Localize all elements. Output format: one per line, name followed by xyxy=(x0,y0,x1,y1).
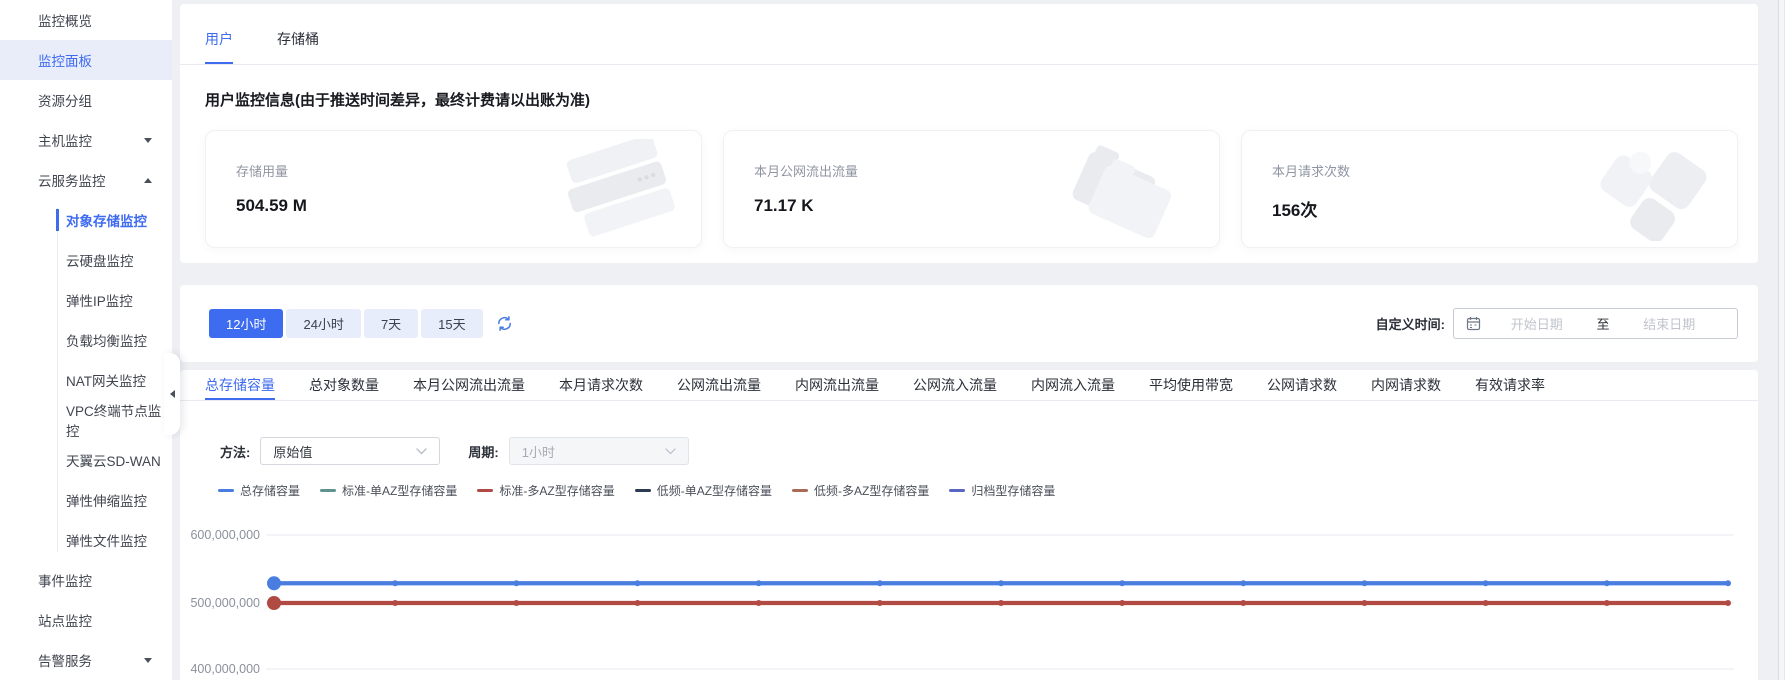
billing-notice: 用户监控信息(由于推送时间差异，最终计费请以出账为准) xyxy=(205,92,590,109)
blocks-illustration xyxy=(1600,151,1707,241)
svg-text:400,000,000: 400,000,000 xyxy=(190,662,260,676)
collapse-left-icon xyxy=(169,390,175,398)
legend-dash xyxy=(634,489,651,492)
metric-tab-monthly-requests[interactable]: 本月请求次数 xyxy=(559,370,643,400)
metric-cards: 存储用量 504.59 M 本月公网流出流量 71.17 K 本月请求次数 15… xyxy=(205,130,1738,248)
monitoring-dashboard: 监控概览 监控面板 资源分组 主机监控 云服务监控 对象存储监控 云硬盘监控 弹… xyxy=(0,0,1785,680)
tab-user[interactable]: 用户 xyxy=(205,29,233,64)
range-button-7d[interactable]: 7天 xyxy=(363,309,419,338)
chart-filters: 方法: 原始值 周期: 1小时 xyxy=(220,437,717,465)
period-label: 周期: xyxy=(468,444,499,460)
vertical-scrollbar[interactable] xyxy=(1778,0,1785,680)
metric-tab-avg-bandwidth[interactable]: 平均使用带宽 xyxy=(1149,370,1233,400)
chevron-down-icon xyxy=(416,447,428,454)
metric-tab-private-inflow[interactable]: 内网流入流量 xyxy=(1031,370,1115,400)
sidebar-item-object-storage-monitor[interactable]: 对象存储监控 xyxy=(0,200,172,240)
sidebar-item-nat-gateway-monitor[interactable]: NAT网关监控 xyxy=(0,360,172,400)
date-range-picker[interactable]: 开始日期 至 结束日期 xyxy=(1453,308,1738,339)
legend-dash xyxy=(949,489,966,492)
method-select[interactable]: 原始值 xyxy=(260,437,441,465)
sidebar-item-host-monitor[interactable]: 主机监控 xyxy=(0,120,172,160)
legend-dash xyxy=(218,489,234,492)
metric-tab-total-storage[interactable]: 总存储容量 xyxy=(205,370,275,400)
legend-item-ia-multi-az[interactable]: 低频-多AZ型存储容量 xyxy=(792,482,929,499)
active-indicator-bar xyxy=(56,209,59,231)
time-controls-row: 12小时 24小时 7天 15天 自定义时间: 开始日期 至 结束日期 xyxy=(209,308,1738,339)
metric-tab-public-request-count[interactable]: 公网请求数 xyxy=(1267,370,1337,400)
sidebar-item-eip-monitor[interactable]: 弹性IP监控 xyxy=(0,280,172,320)
caret-down-icon xyxy=(144,657,152,663)
metric-tab-public-outflow[interactable]: 公网流出流量 xyxy=(677,370,761,400)
chevron-down-icon xyxy=(664,447,676,454)
card-storage-usage: 存储用量 504.59 M xyxy=(205,130,702,248)
range-button-12h[interactable]: 12小时 xyxy=(209,309,284,338)
legend-dash xyxy=(792,489,809,492)
legend-item-archive[interactable]: 归档型存储容量 xyxy=(949,482,1055,499)
metric-tab-private-outflow[interactable]: 内网流出流量 xyxy=(795,370,879,400)
sidebar-item-site-monitor[interactable]: 站点监控 xyxy=(0,600,172,640)
folder-illustration xyxy=(1072,145,1171,239)
legend-dash xyxy=(477,489,494,492)
sidebar-item-vpc-endpoint-monitor[interactable]: VPC终端节点监控 xyxy=(0,400,172,440)
legend-item-standard-multi-az[interactable]: 标准-多AZ型存储容量 xyxy=(477,482,615,499)
refresh-icon[interactable] xyxy=(496,315,513,332)
custom-time-label: 自定义时间: xyxy=(1375,317,1445,332)
time-controls-panel: 12小时 24小时 7天 15天 自定义时间: 开始日期 至 结束日期 xyxy=(180,285,1758,362)
legend-item-standard-single-az[interactable]: 标准-单AZ型存储容量 xyxy=(320,482,457,499)
sidebar-item-monitor-panel[interactable]: 监控面板 xyxy=(0,40,172,80)
tab-bucket[interactable]: 存储桶 xyxy=(277,29,319,64)
sidebar-item-sdwan[interactable]: 天翼云SD-WAN xyxy=(0,440,172,480)
entity-tabs: 用户 存储桶 xyxy=(180,4,1758,65)
caret-up-icon xyxy=(144,177,152,183)
sidebar: 监控概览 监控面板 资源分组 主机监控 云服务监控 对象存储监控 云硬盘监控 弹… xyxy=(0,0,172,680)
period-select[interactable]: 1小时 xyxy=(508,437,689,465)
calendar-icon xyxy=(1466,316,1481,331)
date-separator: 至 xyxy=(1596,317,1610,332)
card-monthly-public-outflow: 本月公网流出流量 71.17 K xyxy=(723,130,1220,248)
svg-text:500,000,000: 500,000,000 xyxy=(190,596,260,610)
legend-item-ia-single-az[interactable]: 低频-单AZ型存储容量 xyxy=(634,482,772,499)
legend-dash xyxy=(320,489,337,492)
metric-tab-private-request-count[interactable]: 内网请求数 xyxy=(1371,370,1441,400)
start-date-placeholder[interactable]: 开始日期 xyxy=(1481,314,1593,333)
sidebar-item-elastic-file-monitor[interactable]: 弹性文件监控 xyxy=(0,520,172,560)
metric-tab-valid-request-rate[interactable]: 有效请求率 xyxy=(1475,370,1545,400)
chart-legend: 总存储容量 标准-单AZ型存储容量 标准-多AZ型存储容量 低频-单AZ型存储容… xyxy=(218,482,1055,499)
legend-item-total-storage[interactable]: 总存储容量 xyxy=(218,482,300,499)
sidebar-item-cloud-disk-monitor[interactable]: 云硬盘监控 xyxy=(0,240,172,280)
svg-text:600,000,000: 600,000,000 xyxy=(190,528,260,542)
range-button-15d[interactable]: 15天 xyxy=(421,309,483,338)
sidebar-item-event-monitor[interactable]: 事件监控 xyxy=(0,560,172,600)
sidebar-item-resource-group[interactable]: 资源分组 xyxy=(0,80,172,120)
user-monitor-panel: 用户 存储桶 用户监控信息(由于推送时间差异，最终计费请以出账为准) 存储用量 … xyxy=(180,4,1758,263)
storage-line-chart[interactable]: 600,000,000 500,000,000 400,000,000 xyxy=(190,522,1738,680)
chart-panel: 总存储容量 总对象数量 本月公网流出流量 本月请求次数 公网流出流量 内网流出流… xyxy=(180,370,1758,680)
metric-tab-public-inflow[interactable]: 公网流入流量 xyxy=(913,370,997,400)
end-date-placeholder[interactable]: 结束日期 xyxy=(1614,314,1726,333)
method-label: 方法: xyxy=(220,444,251,460)
metric-tabs: 总存储容量 总对象数量 本月公网流出流量 本月请求次数 公网流出流量 内网流出流… xyxy=(180,370,1758,401)
sidebar-item-autoscaling-monitor[interactable]: 弹性伸缩监控 xyxy=(0,480,172,520)
metric-tab-monthly-public-outflow[interactable]: 本月公网流出流量 xyxy=(413,370,525,400)
card-monthly-requests: 本月请求次数 156次 xyxy=(1241,130,1738,248)
metric-tab-total-objects[interactable]: 总对象数量 xyxy=(309,370,379,400)
range-button-24h[interactable]: 24小时 xyxy=(286,309,361,338)
sidebar-subgroup-cloud-services: 对象存储监控 云硬盘监控 弹性IP监控 负载均衡监控 NAT网关监控 VPC终端… xyxy=(0,200,172,560)
sidebar-item-monitor-overview[interactable]: 监控概览 xyxy=(0,0,172,40)
sidebar-item-cloud-service-monitor[interactable]: 云服务监控 xyxy=(0,160,172,200)
sidebar-item-loadbalancer-monitor[interactable]: 负载均衡监控 xyxy=(0,320,172,360)
sidebar-collapse-handle[interactable] xyxy=(164,353,180,435)
server-stack-illustration xyxy=(566,139,675,237)
caret-down-icon xyxy=(144,137,152,143)
sidebar-item-alarm-service[interactable]: 告警服务 xyxy=(0,640,172,680)
custom-time-group: 自定义时间: 开始日期 至 结束日期 xyxy=(1376,308,1738,339)
